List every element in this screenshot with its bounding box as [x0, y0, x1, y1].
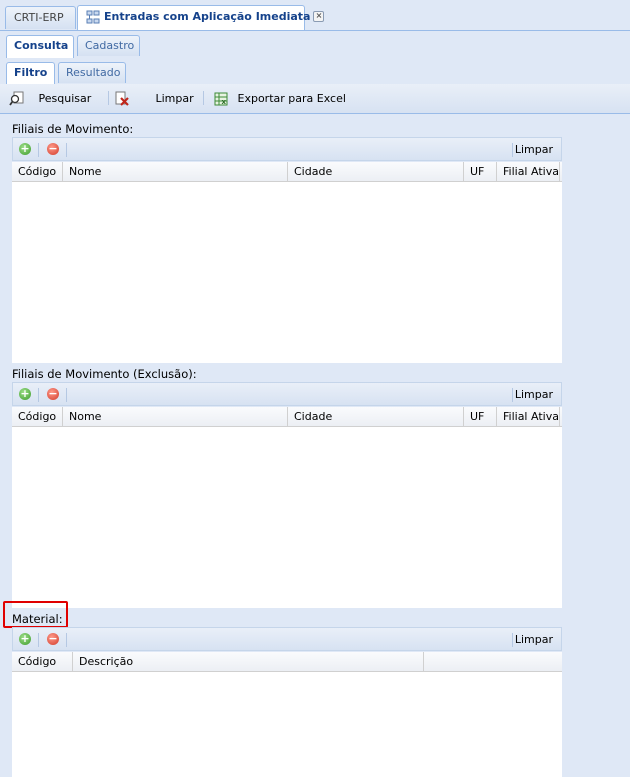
- column-header-uf[interactable]: UF: [464, 407, 497, 426]
- remove-circle-icon[interactable]: −: [47, 633, 59, 645]
- tree-structure-icon: [86, 10, 100, 24]
- toolbar-separator: [108, 91, 109, 105]
- tab-label: Consulta: [14, 39, 69, 52]
- toolbar-separator: [66, 633, 67, 647]
- tab-label: Filtro: [14, 66, 48, 79]
- column-header-filial-ativa[interactable]: Filial Ativa: [497, 407, 560, 426]
- toolbar-separator: [512, 143, 513, 157]
- window-tab-strip: CRTI-ERP Entradas com Aplicação Imediata…: [0, 0, 630, 31]
- column-header-codigo[interactable]: Código: [12, 652, 73, 671]
- column-header-cidade[interactable]: Cidade: [288, 162, 464, 181]
- section-title-filiais-exclusao: Filiais de Movimento (Exclusão):: [12, 367, 197, 381]
- material-grid-body[interactable]: [12, 672, 562, 777]
- column-header-uf[interactable]: UF: [464, 162, 497, 181]
- close-icon[interactable]: ×: [313, 11, 325, 22]
- tab-resultado[interactable]: Resultado: [58, 62, 126, 83]
- toolbar-separator: [512, 388, 513, 402]
- filiais-exclusao-grid-header: Código Nome Cidade UF Filial Ativa: [12, 407, 562, 427]
- highlight-box: [3, 601, 68, 628]
- clear-grid-button[interactable]: Limpar: [515, 632, 553, 647]
- tab-cadastro[interactable]: Cadastro: [77, 35, 140, 56]
- column-header-filial-ativa[interactable]: Filial Ativa: [497, 162, 560, 181]
- tab-label: Cadastro: [85, 39, 135, 52]
- add-circle-icon[interactable]: +: [19, 633, 31, 645]
- material-grid-header: Código Descrição: [12, 652, 562, 672]
- filter-toolbar: Pesquisar Limpar x Exportar para Excel: [0, 84, 630, 114]
- search-button[interactable]: Pesquisar: [9, 90, 91, 108]
- sub-tab-strip: Filtro Resultado: [0, 58, 630, 85]
- material-grid-toolbar: + − Limpar: [12, 627, 562, 651]
- filiais-exclusao-grid-toolbar: + − Limpar: [12, 382, 562, 406]
- tab-label: Resultado: [66, 66, 121, 79]
- toolbar-separator: [66, 388, 67, 402]
- toolbar-separator: [203, 91, 204, 105]
- column-header-nome[interactable]: Nome: [63, 407, 288, 426]
- section-title-filiais-movimento: Filiais de Movimento:: [12, 122, 134, 136]
- remove-circle-icon[interactable]: −: [47, 388, 59, 400]
- tab-consulta[interactable]: Consulta: [6, 35, 74, 58]
- tab-filtro[interactable]: Filtro: [6, 62, 55, 85]
- toolbar-separator: [38, 143, 39, 157]
- clear-document-icon: [114, 91, 130, 107]
- toolbar-separator: [66, 143, 67, 157]
- clear-label: Limpar: [155, 92, 194, 105]
- magnifier-icon: [9, 91, 25, 107]
- column-header-nome[interactable]: Nome: [63, 162, 288, 181]
- toolbar-separator: [38, 388, 39, 402]
- filiais-exclusao-grid-body[interactable]: [12, 427, 562, 608]
- add-circle-icon[interactable]: +: [19, 143, 31, 155]
- clear-grid-button[interactable]: Limpar: [515, 387, 553, 402]
- clear-filter-button[interactable]: Limpar: [114, 90, 194, 108]
- column-header-codigo[interactable]: Código: [12, 407, 63, 426]
- filiais-grid-toolbar: + − Limpar: [12, 137, 562, 161]
- filiais-grid-body[interactable]: [12, 182, 562, 363]
- tab-label: Entradas com Aplicação Imediata: [104, 10, 311, 23]
- filiais-grid-header: Código Nome Cidade UF Filial Ativa: [12, 162, 562, 182]
- main-tab-strip: Consulta Cadastro: [0, 31, 630, 59]
- excel-icon: x: [214, 92, 228, 106]
- clear-grid-button[interactable]: Limpar: [515, 142, 553, 157]
- svg-text:x: x: [222, 98, 227, 106]
- export-label: Exportar para Excel: [237, 92, 346, 105]
- tab-entradas-aplicacao-imediata[interactable]: Entradas com Aplicação Imediata ×: [77, 5, 325, 30]
- toolbar-separator: [38, 633, 39, 647]
- column-header-codigo[interactable]: Código: [12, 162, 63, 181]
- tab-crti-erp[interactable]: CRTI-ERP: [5, 6, 76, 29]
- search-label: Pesquisar: [38, 92, 92, 105]
- column-header-cidade[interactable]: Cidade: [288, 407, 464, 426]
- toolbar-separator: [512, 633, 513, 647]
- column-header-descricao[interactable]: Descrição: [73, 652, 424, 671]
- tab-label: CRTI-ERP: [14, 11, 64, 24]
- remove-circle-icon[interactable]: −: [47, 143, 59, 155]
- export-excel-button[interactable]: x Exportar para Excel: [214, 90, 346, 108]
- add-circle-icon[interactable]: +: [19, 388, 31, 400]
